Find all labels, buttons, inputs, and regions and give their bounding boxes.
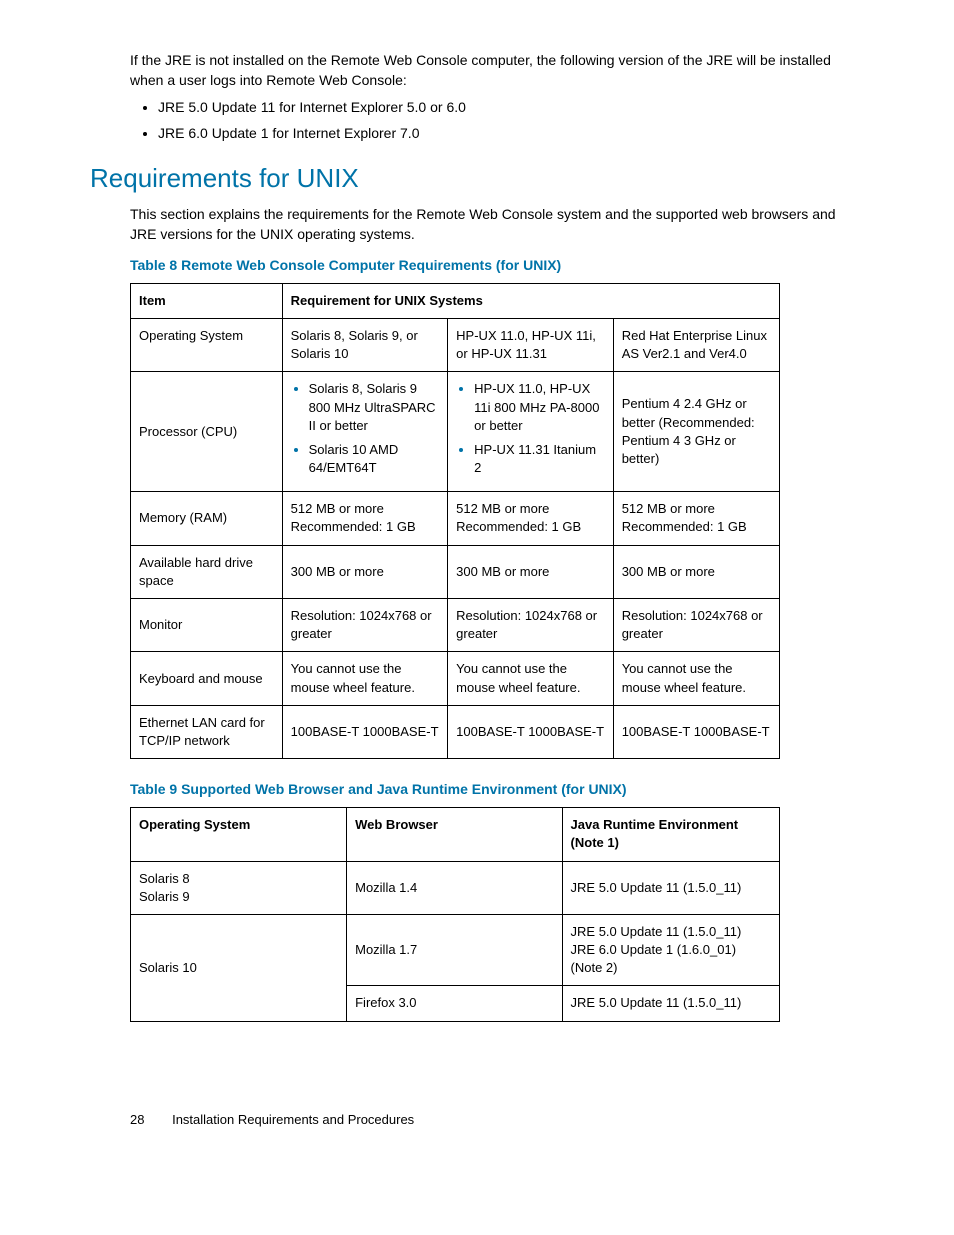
cell: You cannot use the mouse wheel feature. (613, 652, 779, 705)
cell: Pentium 4 2.4 GHz or better (Recommended… (613, 372, 779, 492)
table-row: Solaris 8Solaris 9 Mozilla 1.4 JRE 5.0 U… (131, 861, 780, 914)
table-row: Ethernet LAN card for TCP/IP network 100… (131, 705, 780, 758)
intro-bullet-list: JRE 5.0 Update 11 for Internet Explorer … (130, 97, 864, 144)
row-label: Available hard drive space (131, 545, 283, 598)
col-header-browser: Web Browser (347, 808, 562, 861)
cell: 300 MB or more (448, 545, 614, 598)
row-label: Ethernet LAN card for TCP/IP network (131, 705, 283, 758)
cell: 100BASE-T 1000BASE-T (282, 705, 448, 758)
list-item: HP-UX 11.0, HP-UX 11i 800 MHz PA-8000 or… (474, 380, 605, 435)
cell-os: Solaris 8Solaris 9 (131, 861, 347, 914)
cell: HP-UX 11.0, HP-UX 11i 800 MHz PA-8000 or… (448, 372, 614, 492)
table-row: Operating System Solaris 8, Solaris 9, o… (131, 318, 780, 371)
row-label: Monitor (131, 599, 283, 652)
cell: You cannot use the mouse wheel feature. (448, 652, 614, 705)
col-header-os: Operating System (131, 808, 347, 861)
table-row: Available hard drive space 300 MB or mor… (131, 545, 780, 598)
cell: Red Hat Enterprise Linux AS Ver2.1 and V… (613, 318, 779, 371)
cell-jre: JRE 5.0 Update 11 (1.5.0_11)JRE 6.0 Upda… (562, 914, 779, 986)
col-header-item: Item (131, 283, 283, 318)
intro-paragraph: If the JRE is not installed on the Remot… (130, 50, 864, 91)
table-row: Processor (CPU) Solaris 8, Solaris 9 800… (131, 372, 780, 492)
cell-browser: Mozilla 1.4 (347, 861, 562, 914)
row-label: Processor (CPU) (131, 372, 283, 492)
footer-title: Installation Requirements and Procedures (172, 1112, 414, 1127)
section-heading: Requirements for UNIX (90, 163, 864, 194)
cell-os: Solaris 10 (131, 914, 347, 1021)
cell: 300 MB or more (282, 545, 448, 598)
cell: 100BASE-T 1000BASE-T (448, 705, 614, 758)
list-item: JRE 5.0 Update 11 for Internet Explorer … (158, 97, 864, 117)
cell: Resolution: 1024x768 or greater (282, 599, 448, 652)
cell: Solaris 8, Solaris 9, or Solaris 10 (282, 318, 448, 371)
cell: 512 MB or moreRecommended: 1 GB (282, 492, 448, 545)
table8-caption: Table 8 Remote Web Console Computer Requ… (130, 257, 864, 273)
row-label: Memory (RAM) (131, 492, 283, 545)
cell: Resolution: 1024x768 or greater (613, 599, 779, 652)
col-header-requirement: Requirement for UNIX Systems (282, 283, 779, 318)
table-header-row: Item Requirement for UNIX Systems (131, 283, 780, 318)
row-label: Keyboard and mouse (131, 652, 283, 705)
list-item: Solaris 8, Solaris 9 800 MHz UltraSPARC … (309, 380, 440, 435)
list-item: JRE 6.0 Update 1 for Internet Explorer 7… (158, 123, 864, 143)
cell: 512 MB or moreRecommended: 1 GB (448, 492, 614, 545)
cell: Resolution: 1024x768 or greater (448, 599, 614, 652)
list-item: HP-UX 11.31 Itanium 2 (474, 441, 605, 477)
cell-jre: JRE 5.0 Update 11 (1.5.0_11) (562, 861, 779, 914)
page-footer: 28 Installation Requirements and Procedu… (130, 1112, 864, 1127)
table-row: Keyboard and mouse You cannot use the mo… (131, 652, 780, 705)
table-header-row: Operating System Web Browser Java Runtim… (131, 808, 780, 861)
section-paragraph: This section explains the requirements f… (130, 204, 864, 245)
cell: 512 MB or moreRecommended: 1 GB (613, 492, 779, 545)
cell: 100BASE-T 1000BASE-T (613, 705, 779, 758)
table-row: Memory (RAM) 512 MB or moreRecommended: … (131, 492, 780, 545)
cell-browser: Mozilla 1.7 (347, 914, 562, 986)
table9-caption: Table 9 Supported Web Browser and Java R… (130, 781, 864, 797)
cell-browser: Firefox 3.0 (347, 986, 562, 1021)
page-number: 28 (130, 1112, 144, 1127)
table-row: Monitor Resolution: 1024x768 or greater … (131, 599, 780, 652)
list-item: Solaris 10 AMD 64/EMT64T (309, 441, 440, 477)
col-header-jre: Java Runtime Environment (Note 1) (562, 808, 779, 861)
cell: You cannot use the mouse wheel feature. (282, 652, 448, 705)
table8: Item Requirement for UNIX Systems Operat… (130, 283, 780, 759)
row-label: Operating System (131, 318, 283, 371)
cell: 300 MB or more (613, 545, 779, 598)
cell-jre: JRE 5.0 Update 11 (1.5.0_11) (562, 986, 779, 1021)
table-row: Solaris 10 Mozilla 1.7 JRE 5.0 Update 11… (131, 914, 780, 986)
table9: Operating System Web Browser Java Runtim… (130, 807, 780, 1022)
cell: Solaris 8, Solaris 9 800 MHz UltraSPARC … (282, 372, 448, 492)
cell: HP-UX 11.0, HP-UX 11i, or HP-UX 11.31 (448, 318, 614, 371)
